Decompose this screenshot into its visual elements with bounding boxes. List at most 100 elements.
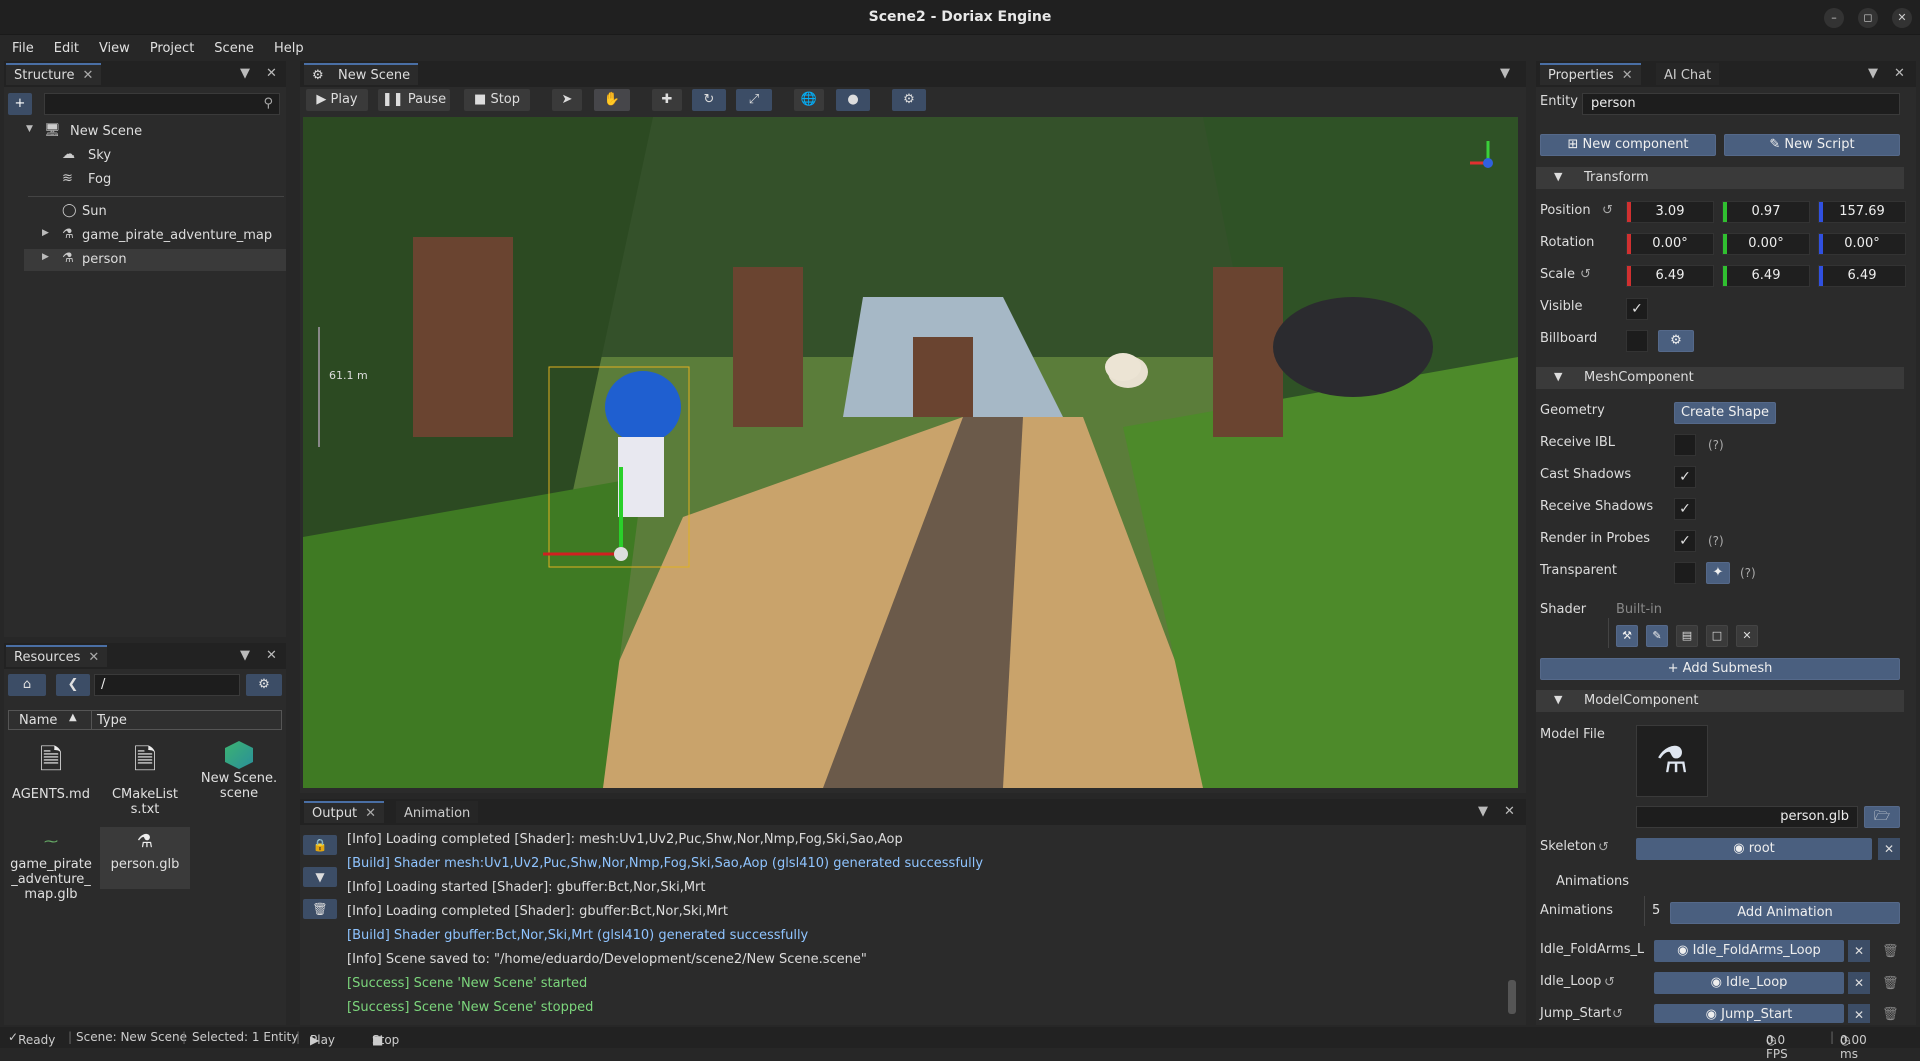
maximize-button[interactable]: ◻	[1858, 8, 1878, 28]
chevron-right-icon[interactable]: ▶	[42, 252, 49, 262]
trash-icon[interactable]: 🗑	[1882, 944, 1899, 959]
scale-z-field[interactable]: 6.49	[1818, 265, 1906, 287]
help-icon[interactable]: (?)	[1740, 566, 1756, 580]
rotation-z-field[interactable]: 0.00°	[1818, 233, 1906, 255]
reset-icon[interactable]: ↺	[1580, 267, 1591, 282]
scale-tool[interactable]: ⤢	[736, 89, 772, 111]
menu-scene[interactable]: Scene	[202, 37, 262, 56]
shader-edit-button[interactable]: ✎	[1646, 625, 1668, 647]
tree-item-person[interactable]: ▶ ⚗ person	[24, 249, 286, 271]
close-icon[interactable]: ✕	[88, 650, 99, 665]
rotate-tool[interactable]: ↻	[692, 89, 726, 111]
menu-file[interactable]: File	[0, 37, 42, 56]
close-icon[interactable]: ✕	[1504, 804, 1515, 819]
tab-new-scene[interactable]: ⚙ New Scene	[304, 63, 419, 85]
receive-shadows-checkbox[interactable]: ✓	[1674, 498, 1696, 520]
menu-view[interactable]: View	[87, 37, 138, 56]
receive-ibl-checkbox[interactable]	[1674, 434, 1696, 456]
pause-button[interactable]: ❚❚ Pause	[378, 89, 450, 111]
visible-checkbox[interactable]: ✓	[1626, 298, 1648, 320]
billboard-checkbox[interactable]	[1626, 330, 1648, 352]
global-space-toggle[interactable]: 🌐	[794, 89, 824, 111]
stop-button[interactable]: ■ Stop	[464, 89, 530, 111]
home-button[interactable]: ⌂	[8, 674, 46, 696]
tab-structure[interactable]: Structure ✕	[6, 63, 102, 85]
chevron-right-icon[interactable]: ▶	[42, 228, 49, 238]
menu-edit[interactable]: Edit	[42, 37, 87, 56]
panel-menu-icon[interactable]: ▼	[1868, 66, 1878, 81]
add-entity-button[interactable]: +	[8, 93, 32, 115]
tab-animation[interactable]: Animation	[396, 801, 479, 823]
rotation-y-field[interactable]: 0.00°	[1722, 233, 1810, 255]
trash-icon[interactable]: 🗑	[1882, 976, 1899, 991]
tree-item-game-pirate-adventure-map[interactable]: ▶ ⚗ game_pirate_adventure_map	[22, 225, 282, 247]
scale-x-field[interactable]: 6.49	[1626, 265, 1714, 287]
close-icon[interactable]: ✕	[266, 648, 277, 663]
panel-menu-icon[interactable]: ▼	[1500, 66, 1510, 81]
close-icon[interactable]: ✕	[1622, 68, 1633, 83]
position-y-field[interactable]: 0.97	[1722, 201, 1810, 223]
shader-build-button[interactable]: ⚒	[1616, 625, 1638, 647]
tab-resources[interactable]: Resources ✕	[6, 645, 108, 667]
billboard-settings-button[interactable]: ⚙	[1658, 330, 1694, 352]
anim-selector[interactable]: ◉ Idle_FoldArms_Loop	[1654, 940, 1844, 962]
remove-anim-button[interactable]: ✕	[1848, 972, 1870, 994]
select-tool[interactable]: ➤	[552, 89, 582, 111]
help-icon[interactable]: (?)	[1708, 534, 1724, 548]
trash-icon[interactable]: 🗑	[1882, 1007, 1899, 1022]
model-thumbnail[interactable]: ⚗	[1636, 725, 1708, 797]
col-name[interactable]: Name	[19, 713, 57, 728]
structure-search-input[interactable]: ⚲	[44, 93, 280, 115]
reset-icon[interactable]: ↺	[1612, 1007, 1623, 1022]
chevron-down-icon[interactable]: ▼	[26, 124, 33, 134]
lock-output-button[interactable]: 🔒	[303, 835, 337, 855]
mesh-component-section[interactable]: ▼ MeshComponent	[1536, 367, 1904, 389]
close-icon[interactable]: ✕	[266, 66, 277, 81]
anim-selector[interactable]: ◉ Jump_Start	[1654, 1004, 1844, 1023]
shader-remove-button[interactable]: ✕	[1736, 625, 1758, 647]
path-input[interactable]: /	[94, 674, 240, 696]
tree-item-sky[interactable]: ☁ Sky	[22, 145, 282, 167]
back-button[interactable]: ❮	[56, 674, 90, 696]
scale-y-field[interactable]: 6.49	[1722, 265, 1810, 287]
scene-viewport[interactable]: 61.1 m	[303, 117, 1518, 788]
model-file-input[interactable]: person.glb	[1636, 806, 1858, 828]
pan-tool[interactable]: ✋	[594, 89, 630, 111]
reset-icon[interactable]: ↺	[1598, 840, 1609, 855]
cast-shadows-checkbox[interactable]: ✓	[1674, 466, 1696, 488]
viewport-settings-button[interactable]: ⚙	[892, 89, 926, 111]
file-item[interactable]: ⁓ game_pirate_adventure_map.glb	[6, 827, 96, 907]
output-scrollbar[interactable]	[1508, 980, 1516, 1014]
panel-menu-icon[interactable]: ▼	[240, 648, 250, 663]
file-item[interactable]: ⚗ person.glb	[100, 827, 190, 889]
play-button[interactable]: ▶ Play	[306, 89, 368, 111]
add-submesh-button[interactable]: + Add Submesh	[1540, 658, 1900, 680]
remove-anim-button[interactable]: ✕	[1848, 1004, 1870, 1023]
remove-anim-button[interactable]: ✕	[1848, 940, 1870, 962]
clear-skeleton-button[interactable]: ✕	[1878, 838, 1900, 860]
close-icon[interactable]: ✕	[1894, 66, 1905, 81]
tree-item-sun[interactable]: ◯ Sun	[22, 201, 282, 223]
move-tool[interactable]: ✚	[652, 89, 682, 111]
tree-item-fog[interactable]: ≋ Fog	[22, 169, 282, 191]
position-z-field[interactable]: 157.69	[1818, 201, 1906, 223]
entity-name-input[interactable]: person	[1582, 93, 1900, 115]
model-component-section[interactable]: ▼ ModelComponent	[1536, 690, 1904, 712]
view-gizmo[interactable]	[1468, 137, 1508, 187]
file-item[interactable]: New Scene.scene	[194, 739, 284, 809]
filter-icon[interactable]: ▼	[1478, 804, 1488, 819]
close-icon[interactable]: ✕	[365, 806, 376, 821]
transform-section[interactable]: ▼ Transform	[1536, 167, 1904, 189]
add-animation-button[interactable]: Add Animation	[1670, 902, 1900, 924]
minimize-button[interactable]: –	[1824, 8, 1844, 28]
create-shape-button[interactable]: Create Shape	[1674, 402, 1776, 424]
position-x-field[interactable]: 3.09	[1626, 201, 1714, 223]
transparent-checkbox[interactable]	[1674, 562, 1696, 584]
reset-icon[interactable]: ↺	[1602, 203, 1613, 218]
anim-selector[interactable]: ◉ Idle_Loop	[1654, 972, 1844, 994]
shader-save-button[interactable]: ▤	[1676, 625, 1698, 647]
tab-output[interactable]: Output ✕	[304, 801, 385, 823]
browse-file-button[interactable]: 🗁	[1864, 806, 1900, 828]
reset-icon[interactable]: ↺	[1604, 975, 1615, 990]
menu-help[interactable]: Help	[262, 37, 312, 56]
